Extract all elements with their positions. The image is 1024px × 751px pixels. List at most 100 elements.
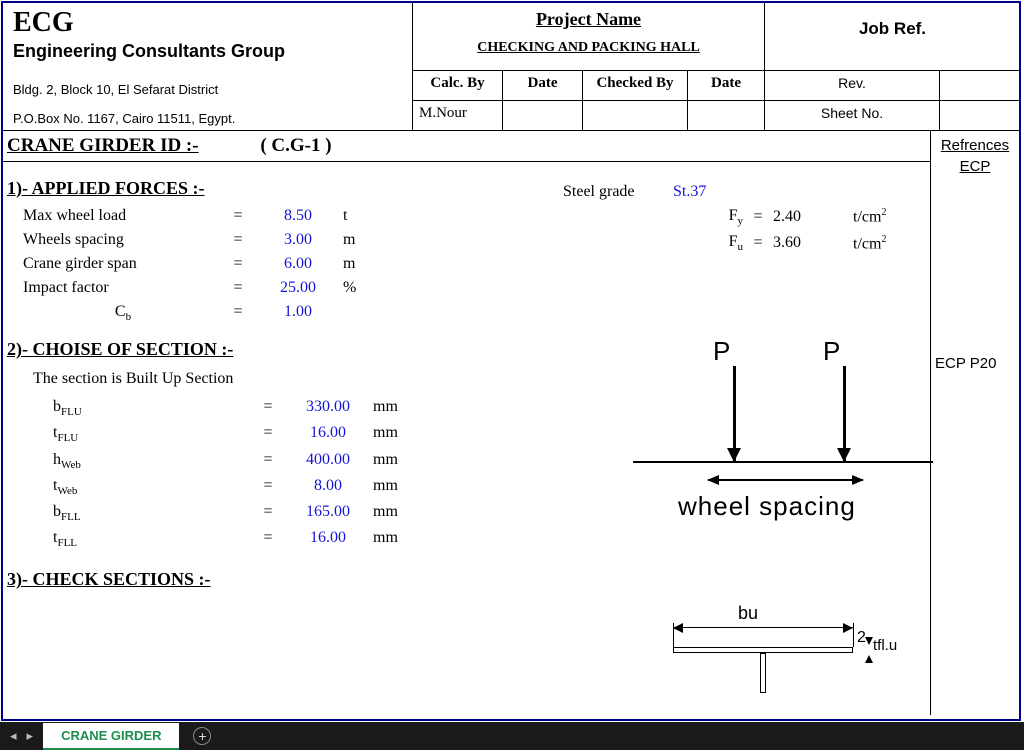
equals-sign: = xyxy=(223,207,253,225)
col-calc-by: Calc. By xyxy=(413,71,503,100)
equals-sign: = xyxy=(223,255,253,273)
sp-unit: mm xyxy=(373,477,423,497)
bu-dimension-line xyxy=(673,627,853,628)
af-label: Crane girder span xyxy=(23,255,223,273)
project-name-label: Project Name xyxy=(417,9,760,30)
af-value: 1.00 xyxy=(253,303,343,323)
section-3-head: 3)- CHECK SECTIONS :- xyxy=(7,569,930,590)
sp-unit: mm xyxy=(373,451,423,471)
add-sheet-button[interactable]: + xyxy=(193,727,211,745)
af-value: 8.50 xyxy=(253,207,343,225)
body-area: CRANE GIRDER ID :- ( C.G-1 ) 1)- APPLIED… xyxy=(3,131,1019,715)
arrow-down-icon xyxy=(733,366,736,461)
sp-value: 400.00 xyxy=(283,451,373,471)
af-label-cb: Cb xyxy=(23,303,223,323)
fy-label: Fy xyxy=(673,207,743,227)
job-ref-label: Job Ref. xyxy=(859,19,926,38)
rev-value xyxy=(940,71,1020,100)
sheet-tab-active[interactable]: CRANE GIRDER xyxy=(43,723,179,750)
equals-sign: = xyxy=(253,503,283,523)
steel-grade-label: Steel grade xyxy=(563,183,673,201)
section-diagram: bu 2 tfl.u xyxy=(643,601,923,691)
steel-grade-block: Steel grade St.37 Fy = 2.40 t/cm2 Fu = 3… xyxy=(563,183,903,253)
point-load-p1: P xyxy=(713,336,730,367)
sp-unit: mm xyxy=(373,424,423,444)
sp-label: tWeb xyxy=(53,477,253,497)
date2-value xyxy=(688,101,765,130)
sheet-tab-bar: ◂ ▸ CRANE GIRDER + xyxy=(0,722,1024,750)
bu-label: bu xyxy=(738,603,758,624)
equals-sign: = xyxy=(223,303,253,323)
company-long: Engineering Consultants Group xyxy=(13,41,402,62)
af-unit: m xyxy=(343,231,393,249)
equals-sign: = xyxy=(253,477,283,497)
girder-id-row: CRANE GIRDER ID :- ( C.G-1 ) xyxy=(3,131,930,162)
equals-sign: = xyxy=(743,234,773,252)
tab-prev-icon[interactable]: ◂ xyxy=(10,728,17,744)
sp-label: tFLU xyxy=(53,424,253,444)
af-label: Max wheel load xyxy=(23,207,223,225)
company-addr1: Bldg. 2, Block 10, El Sefarat District xyxy=(13,82,402,97)
girder-id-value: ( C.G-1 ) xyxy=(260,135,331,156)
project-name-value: CHECKING AND PACKING HALL xyxy=(417,40,760,56)
beam-line xyxy=(633,461,933,463)
main-column: CRANE GIRDER ID :- ( C.G-1 ) 1)- APPLIED… xyxy=(3,131,931,715)
af-label: Impact factor xyxy=(23,279,223,297)
tab-next-icon[interactable]: ▸ xyxy=(27,728,34,744)
equals-sign: = xyxy=(253,529,283,549)
col-checked-by: Checked By xyxy=(583,71,688,100)
calc-by-value: M.Nour xyxy=(413,101,503,130)
rev-label: Rev. xyxy=(765,71,940,100)
af-value: 25.00 xyxy=(253,279,343,297)
point-load-p2: P xyxy=(823,336,840,367)
af-unit xyxy=(343,303,393,323)
fu-value: 3.60 xyxy=(773,234,853,252)
equals-sign: = xyxy=(253,424,283,444)
company-addr2: P.O.Box No. 1167, Cairo 11511, Egypt. xyxy=(13,111,402,126)
fu-unit: t/cm2 xyxy=(853,234,903,253)
af-value: 3.00 xyxy=(253,231,343,249)
arrow-up-icon xyxy=(865,655,873,663)
tab-nav: ◂ ▸ xyxy=(0,728,43,744)
sp-unit: mm xyxy=(373,529,423,549)
fy-value: 2.40 xyxy=(773,208,853,226)
equals-sign: = xyxy=(223,231,253,249)
worksheet-page: ECG Engineering Consultants Group Bldg. … xyxy=(1,1,1021,721)
fy-unit: t/cm2 xyxy=(853,207,903,226)
sp-value: 165.00 xyxy=(283,503,373,523)
equals-sign: = xyxy=(253,398,283,418)
plus-icon: + xyxy=(198,728,206,744)
equals-sign: = xyxy=(743,208,773,226)
sp-value: 330.00 xyxy=(283,398,373,418)
af-unit: m xyxy=(343,255,393,273)
web-shape xyxy=(760,653,766,693)
sheet-no-label: Sheet No. xyxy=(765,100,940,130)
col-date1: Date xyxy=(503,71,583,100)
meta-header-row: Calc. By Date Checked By Date xyxy=(413,71,765,100)
equals-sign: = xyxy=(253,451,283,471)
fu-label: Fu xyxy=(673,233,743,253)
ref-ecp: ECP xyxy=(935,158,1015,175)
girder-id-label: CRANE GIRDER ID :- xyxy=(7,135,199,156)
checked-by-value xyxy=(583,101,688,130)
load-diagram: P P wheel spacing xyxy=(623,331,923,531)
sp-label: bFLU xyxy=(53,398,253,418)
steel-grade-value: St.37 xyxy=(673,183,743,201)
references-header: Refrences xyxy=(935,137,1015,154)
sp-unit: mm xyxy=(373,398,423,418)
sp-value: 16.00 xyxy=(283,529,373,549)
meta-value-row: M.Nour xyxy=(413,100,765,130)
sp-value: 8.00 xyxy=(283,477,373,497)
job-ref-cell: Job Ref. xyxy=(765,3,1020,71)
references-column: Refrences ECP ECP P20 xyxy=(931,131,1019,715)
sp-value: 16.00 xyxy=(283,424,373,444)
sp-label: bFLL xyxy=(53,503,253,523)
wheel-spacing-label: wheel spacing xyxy=(678,491,856,522)
col-date2: Date xyxy=(688,71,765,100)
date1-value xyxy=(503,101,583,130)
document-header: ECG Engineering Consultants Group Bldg. … xyxy=(3,3,1019,131)
company-block: ECG Engineering Consultants Group Bldg. … xyxy=(3,3,413,130)
ref-ecp-p20: ECP P20 xyxy=(935,355,1015,372)
sp-unit: mm xyxy=(373,503,423,523)
af-unit: % xyxy=(343,279,393,297)
